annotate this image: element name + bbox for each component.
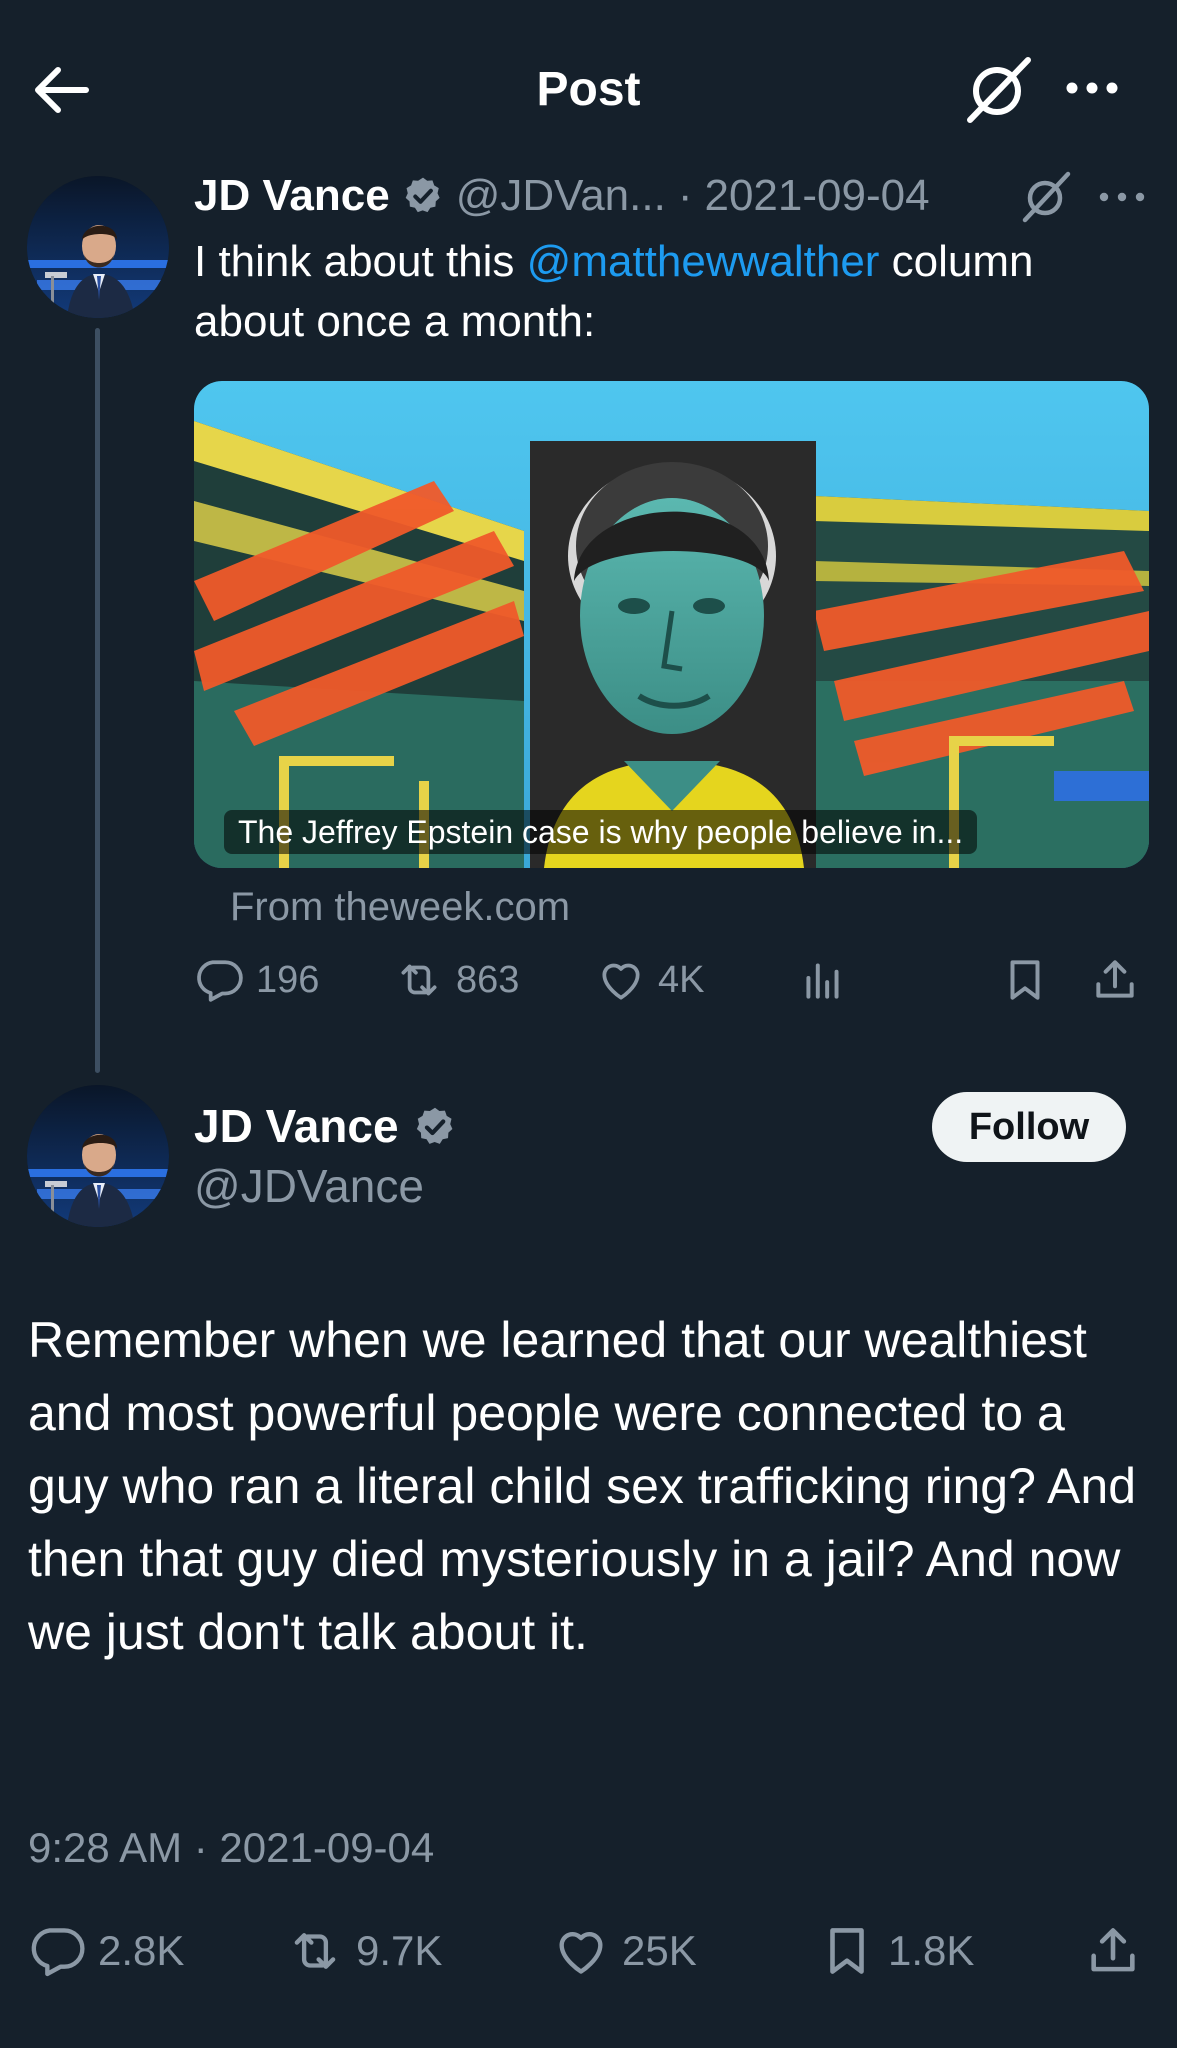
card-caption: The Jeffrey Epstein case is why people b…: [224, 810, 978, 854]
author-name[interactable]: JD Vance: [194, 168, 390, 224]
link-card[interactable]: The Jeffrey Epstein case is why people b…: [194, 381, 1149, 868]
share-icon: [1091, 1928, 1135, 1972]
reply-button[interactable]: 196: [194, 955, 319, 1005]
author-handle[interactable]: @JDVan...: [456, 168, 666, 224]
share-button[interactable]: [1084, 1922, 1142, 1980]
thread-connector: [95, 328, 100, 1073]
bookmark-button[interactable]: [1000, 955, 1050, 1005]
views-button[interactable]: [798, 955, 848, 1005]
like-count: 4K: [658, 958, 705, 1001]
share-button[interactable]: [1090, 955, 1140, 1005]
like-button[interactable]: 4K: [596, 955, 704, 1005]
repost-count: 9.7K: [356, 1927, 443, 1974]
verified-badge-icon: [402, 175, 444, 217]
follow-button[interactable]: Follow: [932, 1092, 1126, 1162]
repost-icon: [294, 1933, 336, 1969]
post-timestamp[interactable]: 9:28 AM · 2021-09-04: [28, 1820, 434, 1876]
post-date[interactable]: 2021-09-04: [704, 168, 929, 224]
more-icon[interactable]: [1096, 182, 1148, 212]
bookmark-icon: [830, 1928, 864, 1974]
like-icon: [602, 963, 640, 1000]
reply-icon: [197, 960, 243, 1002]
card-source[interactable]: From theweek.com: [230, 880, 570, 934]
main-post-actions: 2.8K 9.7K 25K 1.8K: [28, 1922, 1158, 1992]
repost-button[interactable]: 9.7K: [286, 1922, 442, 1980]
like-button[interactable]: 25K: [552, 1922, 697, 1980]
quoted-post-text: I think about this @matthewwalther colum…: [194, 232, 1144, 352]
reply-icon: [31, 1928, 85, 1977]
reply-count: 2.8K: [98, 1927, 185, 1974]
main-post-text: Remember when we learned that our wealth…: [28, 1312, 1137, 1660]
quoted-post-header: JD Vance @JDVan... · 2021-09-04: [194, 168, 930, 224]
main-post-author: JD Vance: [194, 1098, 455, 1154]
views-icon: [806, 963, 839, 999]
author-name[interactable]: JD Vance: [194, 1098, 399, 1154]
grok-icon[interactable]: [1018, 168, 1074, 224]
quoted-post-actions: 196 863 4K: [194, 955, 1154, 1015]
avatar[interactable]: [27, 176, 169, 318]
avatar[interactable]: [27, 1085, 169, 1227]
verified-badge-icon: [413, 1105, 455, 1147]
card-image: [194, 381, 1149, 868]
bookmark-button[interactable]: 1.8K: [818, 1922, 974, 1980]
grok-icon[interactable]: [962, 52, 1036, 126]
meta-separator: ·: [677, 171, 693, 220]
like-icon: [559, 1932, 603, 1974]
reply-count: 196: [256, 958, 320, 1001]
bookmark-count: 1.8K: [888, 1927, 975, 1974]
repost-button[interactable]: 863: [394, 955, 519, 1005]
author-handle[interactable]: @JDVance: [194, 1158, 424, 1214]
post-text-part: I think about this: [194, 237, 527, 286]
like-count: 25K: [622, 1927, 697, 1974]
mention-link[interactable]: @matthewwalther: [527, 237, 880, 286]
repost-icon: [401, 964, 437, 996]
bookmark-icon: [1010, 960, 1040, 1000]
repost-count: 863: [456, 958, 520, 1001]
reply-button[interactable]: 2.8K: [28, 1922, 184, 1980]
share-icon: [1096, 960, 1134, 998]
more-icon[interactable]: [1062, 66, 1122, 110]
